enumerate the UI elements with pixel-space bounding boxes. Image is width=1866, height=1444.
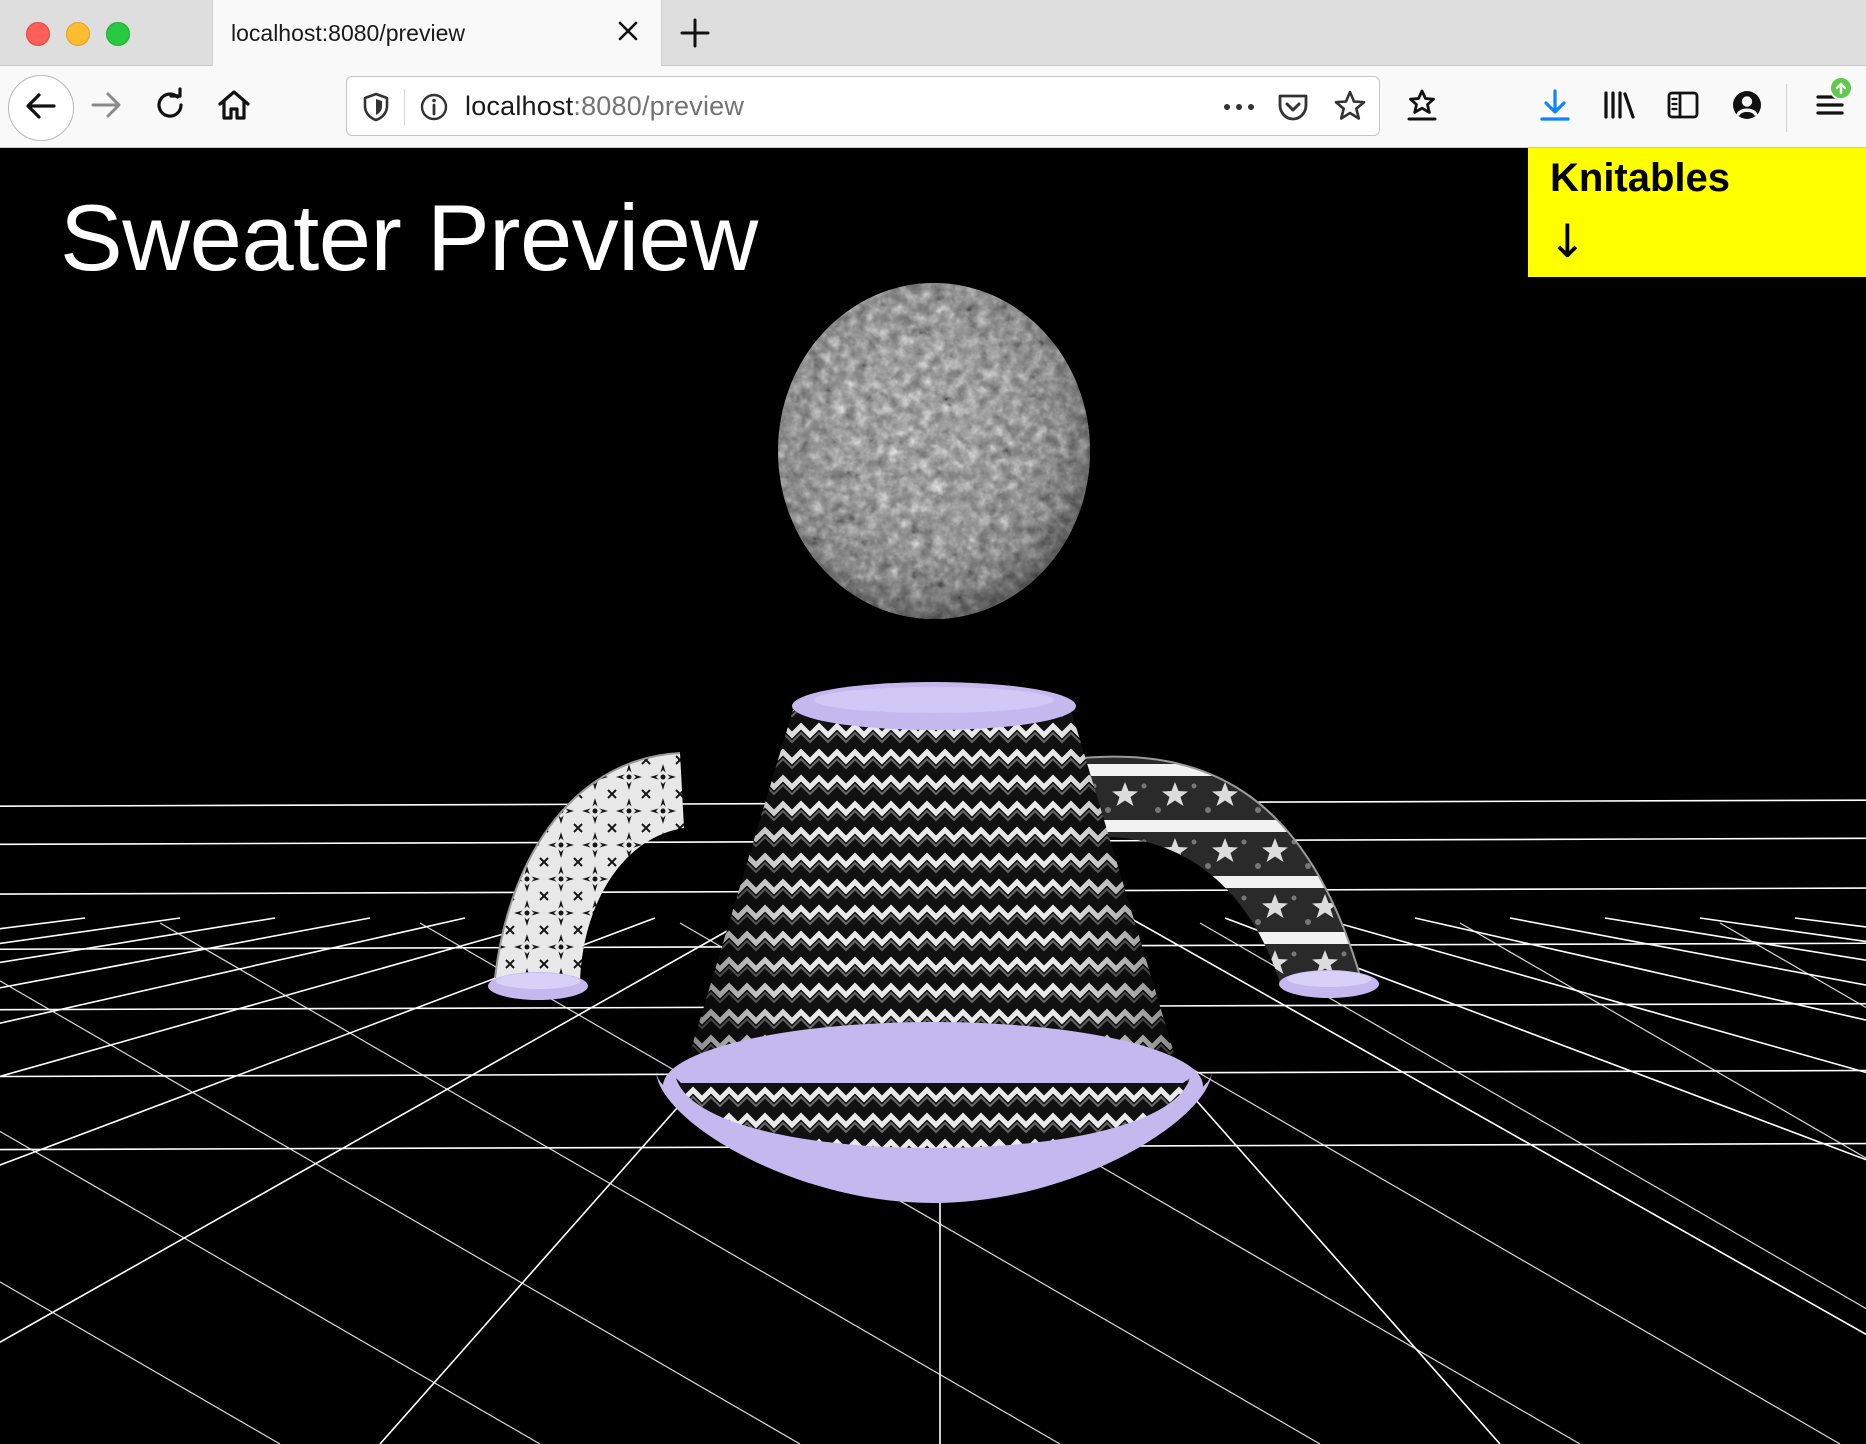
grid-line	[0, 917, 371, 989]
url-host: localhost	[465, 91, 574, 121]
down-arrow-icon[interactable]: ↓	[1548, 214, 1587, 268]
grid-line	[1319, 917, 1866, 1074]
tab-bar: localhost:8080/preview	[0, 0, 1866, 67]
grid-line	[1604, 917, 1866, 961]
more-icon[interactable]	[1221, 93, 1257, 126]
shield-icon[interactable]	[361, 91, 391, 128]
sidebar-icon	[1665, 87, 1701, 128]
downloads-button[interactable]	[1533, 85, 1577, 129]
grid-line	[1509, 917, 1866, 986]
brand-box[interactable]: Knitables ↓	[1528, 148, 1866, 277]
address-bar[interactable]: localhost:8080/preview	[346, 76, 1380, 136]
minimize-window-button[interactable]	[66, 22, 90, 46]
zoom-window-button[interactable]	[106, 22, 130, 46]
back-button[interactable]	[8, 75, 74, 141]
back-arrow-icon	[23, 88, 59, 129]
home-button[interactable]	[212, 85, 256, 129]
close-icon[interactable]	[613, 16, 643, 46]
download-icon	[1537, 87, 1573, 128]
url-path: :8080/preview	[573, 91, 745, 121]
star-list-icon	[1404, 87, 1440, 128]
bookmarks-toolbar-button[interactable]	[1400, 85, 1444, 129]
library-icon	[1601, 87, 1637, 128]
grid-line	[0, 917, 466, 1025]
page-viewport: Sweater Preview Knitables ↓	[0, 148, 1866, 1444]
sidebar-button[interactable]	[1661, 85, 1705, 129]
grid-line	[1794, 917, 1866, 928]
forward-button[interactable]	[84, 85, 128, 129]
library-button[interactable]	[1597, 85, 1641, 129]
grid-line	[0, 1281, 281, 1444]
info-icon[interactable]	[419, 92, 449, 127]
grid-line	[1129, 917, 1866, 1336]
grid-line	[0, 917, 751, 1344]
reload-icon	[152, 86, 188, 128]
home-icon	[216, 87, 252, 128]
grid-line	[1699, 917, 1866, 943]
grid-line	[1719, 922, 1866, 1009]
grid-line	[0, 917, 276, 964]
grid-line	[0, 917, 86, 930]
tab-title: localhost:8080/preview	[231, 20, 465, 46]
new-tab-button[interactable]	[676, 14, 714, 52]
sweater-3d-canvas[interactable]	[0, 148, 1866, 1444]
url-text[interactable]: localhost:8080/preview	[465, 91, 744, 122]
star-icon[interactable]	[1333, 89, 1367, 128]
reload-button[interactable]	[148, 85, 192, 129]
account-icon	[1729, 87, 1765, 128]
navigation-toolbar: localhost:8080/preview	[0, 66, 1866, 148]
update-badge-icon[interactable]	[1829, 76, 1853, 100]
pocket-icon[interactable]	[1276, 91, 1310, 128]
grid-line	[0, 917, 561, 1078]
forward-arrow-icon	[88, 87, 124, 128]
close-window-button[interactable]	[26, 22, 50, 46]
brand-name: Knitables	[1550, 156, 1731, 200]
grid-line	[0, 980, 801, 1444]
browser-tab[interactable]: localhost:8080/preview	[212, 0, 662, 67]
left-sleeve	[488, 752, 684, 1000]
grid-line	[0, 1130, 541, 1444]
account-button[interactable]	[1725, 85, 1769, 129]
grid-line	[1199, 922, 1866, 1310]
grid-line	[1459, 922, 1866, 1159]
page-title: Sweater Preview	[60, 185, 758, 290]
head-sphere	[778, 283, 1090, 619]
grid-line	[1414, 917, 1866, 1021]
